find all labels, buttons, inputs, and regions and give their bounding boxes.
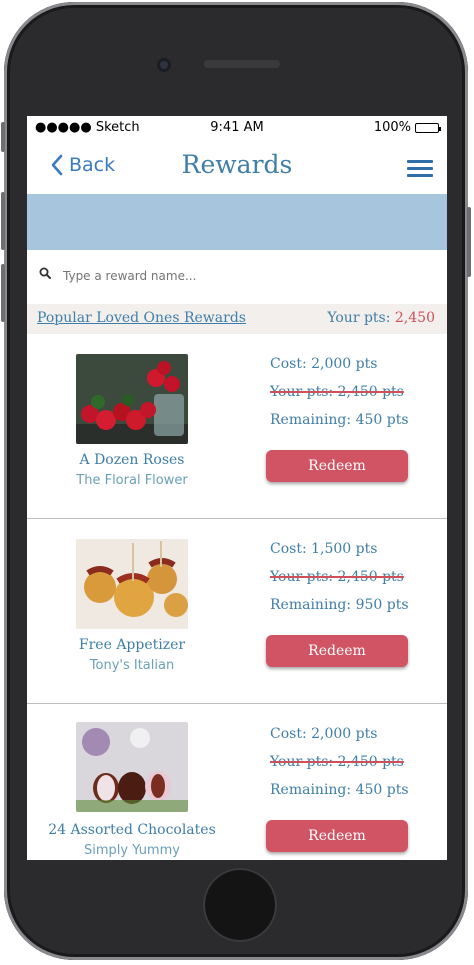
menu-icon[interactable]	[407, 160, 433, 178]
header-banner	[27, 194, 447, 250]
points-summary: Your pts: 2,450	[327, 310, 435, 326]
earpiece-speaker	[204, 60, 280, 68]
reward-your-pts: Your pts: 2,450 pts	[270, 384, 404, 400]
home-button[interactable]	[203, 868, 277, 942]
section-title-link[interactable]: Popular Loved Ones Rewards	[37, 310, 246, 326]
reward-card: Free Appetizer Tony's Italian Cost: 1,50…	[27, 519, 447, 704]
reward-cost: Cost: 2,000 pts	[270, 726, 378, 742]
status-bar: ●●●●● Sketch 9:41 AM 100%	[27, 116, 447, 140]
mute-switch	[1, 122, 5, 152]
volume-up-button	[1, 192, 5, 250]
reward-your-pts: Your pts: 2,450 pts	[270, 569, 404, 585]
reward-name: 24 Assorted Chocolates	[48, 822, 216, 838]
redeem-button[interactable]: Redeem	[266, 635, 408, 667]
reward-cost: Cost: 1,500 pts	[270, 541, 378, 557]
reward-vendor: Simply Yummy	[84, 843, 180, 858]
points-value: 2,450	[394, 310, 435, 326]
search-icon	[39, 267, 51, 279]
appetizer-image	[76, 539, 188, 629]
reward-remaining: Remaining: 950 pts	[270, 597, 409, 613]
chocolates-image	[76, 722, 188, 812]
battery-icon	[415, 122, 441, 133]
battery-percent: 100%	[373, 120, 411, 135]
redeem-button[interactable]: Redeem	[266, 820, 408, 852]
search-input[interactable]	[61, 262, 425, 290]
reward-card: A Dozen Roses The Floral Flower Cost: 2,…	[27, 334, 447, 519]
reward-name: Free Appetizer	[78, 637, 186, 653]
reward-remaining: Remaining: 450 pts	[270, 782, 409, 798]
search-bar	[27, 250, 447, 302]
reward-remaining: Remaining: 450 pts	[270, 412, 409, 428]
points-label: Your pts:	[327, 310, 391, 326]
volume-down-button	[1, 264, 5, 322]
reward-vendor: The Floral Flower	[76, 473, 188, 488]
reward-cost: Cost: 2,000 pts	[270, 356, 378, 372]
power-button	[467, 207, 471, 277]
reward-vendor: Tony's Italian	[89, 658, 175, 673]
front-camera	[157, 58, 171, 72]
reward-your-pts: Your pts: 2,450 pts	[270, 754, 404, 770]
battery-status: 100%	[373, 120, 441, 135]
roses-image	[76, 354, 188, 444]
reward-card: 24 Assorted Chocolates Simply Yummy Cost…	[27, 704, 447, 860]
reward-name: A Dozen Roses	[79, 452, 185, 468]
section-header: Popular Loved Ones Rewards Your pts: 2,4…	[27, 304, 447, 334]
nav-bar: Back Rewards	[27, 142, 447, 194]
redeem-button[interactable]: Redeem	[266, 450, 408, 482]
app-screen: ●●●●● Sketch 9:41 AM 100% Back Rewards P…	[27, 116, 447, 860]
page-title: Rewards	[181, 150, 293, 179]
